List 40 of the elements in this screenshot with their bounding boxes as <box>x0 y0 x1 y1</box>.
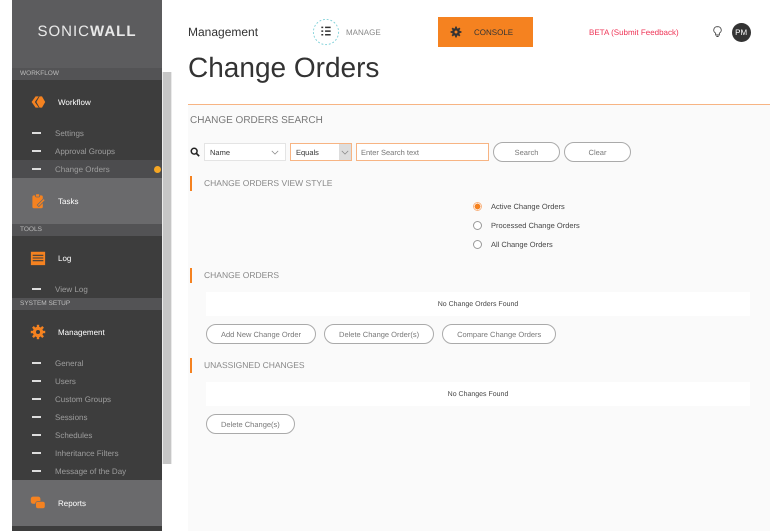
page-title: Change Orders <box>188 52 380 85</box>
list-icon[interactable] <box>312 18 340 46</box>
section-heading: CHANGE ORDERS <box>190 268 770 283</box>
section-title: Management <box>188 25 260 39</box>
nav-item[interactable]: Sessions <box>12 408 162 426</box>
section-heading: UNASSIGNED CHANGES <box>190 358 770 373</box>
clipboard-icon <box>30 193 46 209</box>
nav-group[interactable]: Reports <box>12 480 162 526</box>
chat-bubbles-icon <box>30 495 46 511</box>
selection-dot-icon <box>154 166 161 172</box>
nav-item[interactable]: Custom Groups <box>12 390 162 408</box>
nav-item[interactable]: Users <box>12 372 162 390</box>
nav-item[interactable]: Message of the Day <box>12 462 162 480</box>
gear-icon <box>450 26 462 38</box>
nav-item[interactable]: Schedules <box>12 426 162 444</box>
nav-group[interactable]: Workflow <box>12 80 162 124</box>
chevron-down-icon <box>271 150 279 154</box>
gear-icon <box>30 324 46 340</box>
logo: SONICWALL <box>12 0 162 68</box>
user-avatar[interactable]: PM <box>732 22 751 42</box>
manage-tab[interactable]: MANAGE <box>346 28 438 36</box>
nav-item[interactable]: View Log <box>12 280 162 298</box>
console-button[interactable]: CONSOLE <box>438 17 533 47</box>
chevron-down-icon <box>341 150 349 154</box>
feedback-link[interactable]: BETA (Submit Feedback) <box>589 28 679 36</box>
scrollbar[interactable] <box>162 72 172 464</box>
nav-group[interactable]: Tasks <box>12 178 162 224</box>
nav-item[interactable]: Inheritance Filters <box>12 444 162 462</box>
nav-group[interactable]: Management <box>12 310 162 354</box>
nav-group[interactable]: Log <box>12 236 162 280</box>
section-heading: CHANGE ORDERS VIEW STYLE <box>190 176 770 191</box>
nav-item[interactable]: General <box>12 354 162 372</box>
lightbulb-icon[interactable] <box>712 26 722 38</box>
nav-item[interactable]: Change Orders <box>12 160 162 178</box>
chevrons-icon <box>30 94 46 110</box>
nav-item[interactable]: Settings <box>12 124 162 142</box>
search-icon <box>190 147 200 157</box>
section-heading: CHANGE ORDERS SEARCH <box>190 115 324 126</box>
nav-item[interactable]: Approval Groups <box>12 142 162 160</box>
log-icon <box>30 250 46 266</box>
